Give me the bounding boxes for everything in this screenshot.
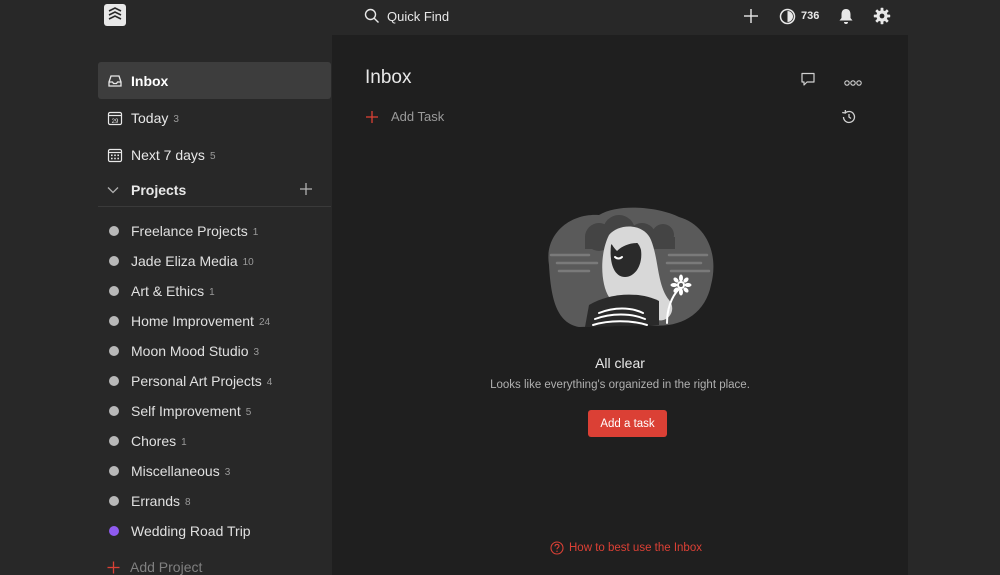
bell-icon [839, 9, 853, 24]
project-count: 4 [266, 377, 273, 388]
add-project-label: Add Project [130, 559, 203, 575]
project-color-dot [109, 526, 119, 536]
empty-state-subtitle: Looks like everything's organized in the… [490, 379, 750, 391]
sidebar-item-label: Next 7 days [131, 146, 205, 163]
project-label: Self Improvement [131, 403, 241, 419]
sidebar-item-count: 3 [173, 113, 179, 125]
comment-icon [801, 72, 815, 86]
karma-button[interactable]: 736 [779, 6, 819, 26]
sidebar-item-today[interactable]: 29 Today 3 [98, 99, 331, 136]
gear-icon [873, 7, 891, 25]
search-icon [364, 8, 379, 23]
project-count: 1 [252, 227, 259, 238]
project-color-dot [109, 436, 119, 446]
sidebar-project-item[interactable]: Home Improvement 24 [98, 306, 331, 336]
project-color-dot [109, 406, 119, 416]
inbox-help-link[interactable]: How to best use the Inbox [550, 541, 702, 555]
project-color-dot [109, 496, 119, 506]
karma-icon [779, 8, 796, 24]
project-count: 8 [185, 497, 191, 508]
notifications-button[interactable] [837, 6, 855, 26]
inbox-icon [107, 73, 123, 89]
sidebar: Inbox 29 Today 3 Next 7 days 5 Projects … [0, 35, 332, 575]
add-project-button[interactable]: Add Project [107, 559, 202, 575]
project-color-dot [109, 346, 119, 356]
project-color-dot [109, 226, 119, 236]
add-task-row[interactable]: Add Task [365, 109, 444, 124]
sidebar-item-label: Inbox [131, 72, 169, 89]
project-color-dot [109, 376, 119, 386]
chevron-down-icon[interactable] [106, 183, 122, 197]
project-label: Wedding Road Trip [131, 523, 251, 539]
todoist-logo-icon[interactable] [104, 4, 126, 26]
project-count: 3 [224, 467, 231, 478]
project-color-dot [109, 286, 119, 296]
sidebar-item-inbox[interactable]: Inbox [98, 62, 331, 99]
sidebar-project-item[interactable]: Errands 8 [98, 486, 331, 516]
project-count: 10 [242, 257, 254, 268]
help-circle-icon [550, 541, 564, 555]
help-link-label: How to best use the Inbox [569, 542, 702, 554]
quick-add-button[interactable] [743, 6, 759, 26]
project-count: 5 [245, 407, 252, 418]
right-empty-pane [908, 35, 1000, 575]
more-options-button[interactable] [844, 74, 862, 92]
project-count: 3 [253, 347, 260, 358]
project-color-dot [109, 466, 119, 476]
sidebar-item-label: Today [131, 109, 169, 126]
activity-history-button[interactable] [840, 108, 858, 131]
project-label: Errands [131, 493, 181, 509]
project-count: 1 [209, 287, 215, 298]
sidebar-project-item[interactable]: Art & Ethics 1 [98, 276, 331, 306]
page-title: Inbox [365, 67, 412, 88]
top-bar: Quick Find 736 [0, 0, 1000, 35]
plus-icon [107, 561, 120, 573]
comment-button[interactable] [800, 71, 816, 92]
sidebar-project-item[interactable]: Miscellaneous 3 [98, 456, 331, 486]
main-content: Inbox Add Task All clear Looks like ever… [332, 35, 908, 575]
all-clear-illustration [539, 205, 715, 340]
add-task-label: Add Task [391, 109, 445, 124]
quick-find-search[interactable]: Quick Find [364, 6, 449, 26]
add-project-plus-icon[interactable] [299, 182, 313, 201]
quick-find-label: Quick Find [387, 8, 450, 24]
sidebar-project-item[interactable]: Moon Mood Studio 3 [98, 336, 331, 366]
sidebar-project-item[interactable]: Self Improvement 5 [98, 396, 331, 426]
project-count: 1 [181, 437, 187, 448]
project-label: Home Improvement [131, 313, 254, 329]
project-color-dot [109, 316, 119, 326]
plus-icon [366, 110, 378, 123]
sidebar-project-item[interactable]: Wedding Road Trip [98, 516, 331, 546]
project-count: 24 [258, 317, 271, 328]
sidebar-item-count: 5 [209, 150, 216, 162]
projects-title: Projects [131, 181, 187, 198]
settings-button[interactable] [873, 6, 891, 26]
karma-count: 736 [801, 10, 820, 22]
more-horizontal-icon [844, 80, 862, 86]
sidebar-project-item[interactable]: Freelance Projects 1 [98, 216, 331, 246]
history-icon [842, 109, 856, 124]
project-label: Freelance Projects [131, 223, 248, 239]
plus-icon [744, 9, 758, 23]
project-label: Personal Art Projects [131, 373, 262, 389]
project-label: Miscellaneous [131, 463, 220, 479]
sidebar-item-next-7-days[interactable]: Next 7 days 5 [98, 136, 331, 173]
project-color-dot [109, 256, 119, 266]
svg-text:29: 29 [112, 118, 119, 124]
projects-section-header[interactable]: Projects [98, 173, 331, 207]
sidebar-project-item[interactable]: Personal Art Projects 4 [98, 366, 331, 396]
calendar-week-icon [107, 147, 123, 163]
sidebar-project-item[interactable]: Chores 1 [98, 426, 331, 456]
sidebar-project-item[interactable]: Jade Eliza Media 10 [98, 246, 331, 276]
project-label: Moon Mood Studio [131, 343, 249, 359]
project-label: Jade Eliza Media [131, 253, 238, 269]
project-label: Art & Ethics [131, 283, 205, 299]
project-label: Chores [131, 433, 177, 449]
calendar-today-icon: 29 [107, 110, 123, 126]
add-a-task-button[interactable]: Add a task [588, 410, 667, 437]
empty-state-title: All clear [595, 355, 645, 371]
